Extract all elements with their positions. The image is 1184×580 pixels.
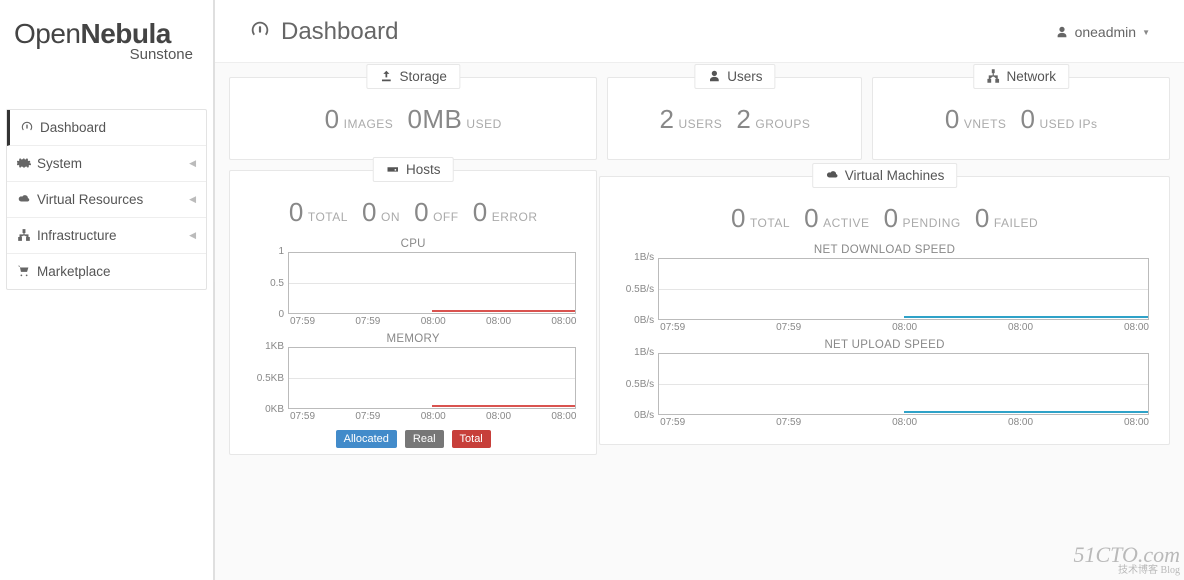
network-stats: 0VNETS 0USED IPs [945, 116, 1098, 131]
card-storage: Storage 0IMAGES 0MBUSED [229, 77, 597, 160]
legend-allocated[interactable]: Allocated [336, 430, 397, 448]
sidebar-nav: Dashboard System ◀ Virtual Resources ◀ [6, 109, 207, 290]
chart-title-netdown: NET DOWNLOAD SPEED [614, 244, 1155, 256]
sidebar-item-label: Marketplace [37, 264, 111, 279]
watermark: 51CTO.com 技术博客 Blog [1073, 544, 1180, 576]
chart-netdown: 1B/s 0.5B/s 0B/s 07:59 07:59 08:00 08:00… [620, 258, 1149, 333]
gears-icon [17, 156, 31, 171]
dashboard-icon [249, 19, 271, 45]
hosts-legend: Allocated Real Total [244, 430, 582, 448]
users-stats: 2USERS 2GROUPS [659, 116, 810, 131]
cloud-icon [17, 192, 31, 207]
user-menu[interactable]: oneadmin ▼ [1055, 24, 1150, 40]
sidebar-item-virtual-resources[interactable]: Virtual Resources ◀ [7, 182, 206, 218]
hosts-stats: 0TOTAL 0ON 0OFF 0ERROR [289, 209, 538, 224]
card-header-vms[interactable]: Virtual Machines [812, 163, 958, 188]
sidebar-item-label: System [37, 156, 82, 171]
sidebar-item-marketplace[interactable]: Marketplace [7, 254, 206, 289]
page-title-text: Dashboard [281, 18, 398, 46]
chevron-left-icon: ◀ [189, 158, 196, 169]
chart-title-memory: MEMORY [244, 333, 582, 345]
chart-netup: 1B/s 0.5B/s 0B/s 07:59 07:59 08:00 08:00… [620, 353, 1149, 428]
sidebar-item-label: Dashboard [40, 120, 106, 135]
chevron-left-icon: ◀ [189, 230, 196, 241]
brand-name-b: Nebula [81, 18, 171, 49]
vms-stats: 0TOTAL 0ACTIVE 0PENDING 0FAILED [731, 215, 1038, 230]
sidebar-item-infrastructure[interactable]: Infrastructure ◀ [7, 218, 206, 254]
card-hosts: Hosts 0TOTAL 0ON 0OFF 0ERROR CPU 1 [229, 170, 597, 455]
cloud-icon [825, 168, 839, 183]
chart-title-cpu: CPU [244, 238, 582, 250]
card-header-storage[interactable]: Storage [367, 64, 460, 89]
card-header-network[interactable]: Network [973, 64, 1069, 89]
card-vms: Virtual Machines 0TOTAL 0ACTIVE 0PENDING… [599, 176, 1170, 445]
page-title: Dashboard [249, 18, 398, 46]
card-network: Network 0VNETS 0USED IPs [872, 77, 1170, 160]
brand-logo: OpenNebula Sunstone [6, 12, 207, 73]
upload-icon [380, 69, 394, 84]
caret-down-icon: ▼ [1142, 28, 1150, 37]
sidebar-item-label: Infrastructure [37, 228, 117, 243]
card-header-hosts[interactable]: Hosts [373, 157, 454, 182]
chart-title-netup: NET UPLOAD SPEED [614, 339, 1155, 351]
chart-cpu: 1 0.5 0 07:59 07:59 08:00 08:00 [250, 252, 576, 327]
main-content: Dashboard oneadmin ▼ Storage 0I [215, 0, 1184, 580]
sidebar-item-label: Virtual Resources [37, 192, 143, 207]
cart-icon [17, 264, 31, 279]
sitemap-icon [17, 228, 31, 243]
hdd-icon [386, 162, 400, 177]
user-icon [1055, 24, 1069, 40]
dashboard-icon [20, 120, 34, 135]
brand-name-a: Open [14, 18, 81, 49]
user-icon [707, 69, 721, 84]
user-name: oneadmin [1075, 24, 1137, 40]
storage-stats: 0IMAGES 0MBUSED [325, 116, 502, 131]
card-users: Users 2USERS 2GROUPS [607, 77, 862, 160]
topbar: Dashboard oneadmin ▼ [215, 0, 1184, 63]
sidebar: OpenNebula Sunstone Dashboard System ◀ [0, 0, 215, 580]
legend-total[interactable]: Total [452, 430, 491, 448]
card-header-users[interactable]: Users [694, 64, 775, 89]
legend-real[interactable]: Real [405, 430, 444, 448]
sidebar-item-system[interactable]: System ◀ [7, 146, 206, 182]
chevron-left-icon: ◀ [189, 194, 196, 205]
chart-memory: 1KB 0.5KB 0KB 07:59 07:59 08:00 0 [250, 347, 576, 422]
sidebar-item-dashboard[interactable]: Dashboard [7, 110, 206, 146]
sitemap-icon [986, 69, 1000, 84]
